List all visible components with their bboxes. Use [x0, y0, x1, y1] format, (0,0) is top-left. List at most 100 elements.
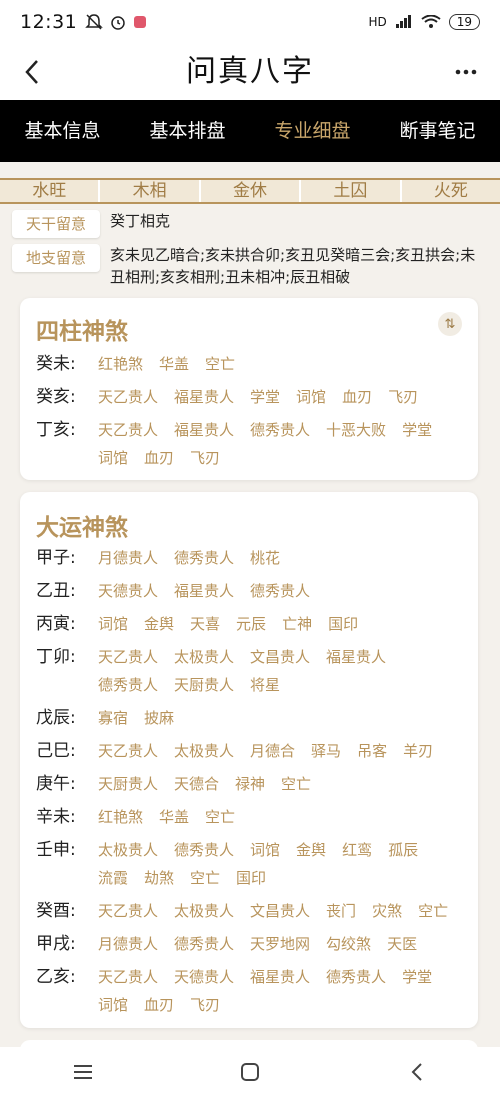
shensha-item[interactable]: 华盖: [159, 350, 189, 378]
shensha-item[interactable]: 华盖: [159, 803, 189, 831]
shensha-item[interactable]: 披麻: [144, 704, 174, 732]
shensha-item[interactable]: 桃花: [250, 544, 280, 572]
shensha-item[interactable]: 天乙贵人: [98, 963, 158, 991]
shensha-item[interactable]: 文昌贵人: [250, 897, 310, 925]
shensha-item[interactable]: 红鸾: [342, 836, 372, 864]
shensha-item[interactable]: 福星贵人: [326, 643, 386, 671]
shensha-item[interactable]: 天乙贵人: [98, 416, 158, 444]
page-title: 问真八字: [186, 54, 314, 89]
shensha-item[interactable]: 德秀贵人: [250, 577, 310, 605]
shensha-item[interactable]: 天罗地网: [250, 930, 310, 958]
shensha-item[interactable]: 血刃: [342, 383, 372, 411]
season-item: 土囚: [301, 180, 402, 202]
shensha-item[interactable]: 德秀贵人: [174, 836, 234, 864]
home-button[interactable]: [220, 1052, 280, 1092]
shensha-row: 甲戌: 月德贵人 德秀贵人 天罗地网 勾绞煞 天医: [36, 930, 468, 958]
tab-basic-info[interactable]: 基本信息: [0, 100, 125, 162]
shensha-item[interactable]: 学堂: [402, 416, 432, 444]
shensha-item[interactable]: 十恶大败: [326, 416, 386, 444]
shensha-item[interactable]: 空亡: [205, 350, 235, 378]
shensha-item[interactable]: 太极贵人: [174, 897, 234, 925]
shensha-item[interactable]: 太极贵人: [174, 737, 234, 765]
shensha-item[interactable]: 飞刃: [388, 383, 418, 411]
shensha-item[interactable]: 天乙贵人: [98, 383, 158, 411]
shensha-item[interactable]: 福星贵人: [174, 577, 234, 605]
ganzhi-label: 甲戌:: [36, 934, 76, 954]
shensha-item[interactable]: 羊刃: [403, 737, 433, 765]
battery-indicator: 19: [448, 14, 480, 30]
shensha-item[interactable]: 德秀贵人: [250, 416, 310, 444]
more-button[interactable]: [446, 52, 486, 92]
shensha-item[interactable]: 词馆: [250, 836, 280, 864]
shensha-item[interactable]: 红艳煞: [98, 803, 143, 831]
shensha-item[interactable]: 天医: [387, 930, 417, 958]
shensha-item[interactable]: 金舆: [296, 836, 326, 864]
shensha-item[interactable]: 孤辰: [388, 836, 418, 864]
shensha-item[interactable]: 词馆: [98, 610, 128, 638]
more-dots-icon: [455, 69, 477, 75]
ganzhi-label: 癸亥:: [36, 387, 76, 407]
shensha-item[interactable]: 福星贵人: [174, 416, 234, 444]
shensha-item[interactable]: 血刃: [144, 991, 174, 1019]
shensha-item[interactable]: 月德合: [250, 737, 295, 765]
shensha-item[interactable]: 禄神: [235, 770, 265, 798]
shensha-item[interactable]: 血刃: [144, 444, 174, 472]
shensha-item[interactable]: 空亡: [281, 770, 311, 798]
shensha-item[interactable]: 金舆: [144, 610, 174, 638]
shensha-item[interactable]: 天德贵人: [174, 963, 234, 991]
shensha-item[interactable]: 文昌贵人: [250, 643, 310, 671]
shensha-item[interactable]: 吊客: [357, 737, 387, 765]
shensha-list: 天乙贵人 太极贵人 月德合 驿马 吊客 羊刃: [98, 737, 468, 765]
shensha-item[interactable]: 学堂: [402, 963, 432, 991]
shensha-item[interactable]: 月德贵人: [98, 544, 158, 572]
shensha-item[interactable]: 天乙贵人: [98, 737, 158, 765]
app-notification-icon: [134, 16, 147, 28]
shensha-item[interactable]: 天乙贵人: [98, 897, 158, 925]
shensha-item[interactable]: 亡神: [282, 610, 312, 638]
shensha-item[interactable]: 飞刃: [190, 991, 220, 1019]
recent-apps-button[interactable]: [53, 1052, 113, 1092]
shensha-item[interactable]: 德秀贵人: [326, 963, 386, 991]
shensha-row: 甲子: 月德贵人 德秀贵人 桃花: [36, 544, 468, 572]
shensha-item[interactable]: 勾绞煞: [326, 930, 371, 958]
shensha-item[interactable]: 灾煞: [372, 897, 402, 925]
shensha-item[interactable]: 空亡: [418, 897, 448, 925]
tab-professional-chart[interactable]: 专业细盘: [250, 100, 375, 162]
shensha-item[interactable]: 词馆: [98, 991, 128, 1019]
shensha-item[interactable]: 寡宿: [98, 704, 128, 732]
shensha-item[interactable]: 天德贵人: [98, 577, 158, 605]
shensha-item[interactable]: 天喜: [190, 610, 220, 638]
shensha-item[interactable]: 天乙贵人: [98, 643, 158, 671]
shensha-item[interactable]: 德秀贵人: [98, 671, 158, 699]
shensha-item[interactable]: 流霞: [98, 864, 128, 892]
ganzhi-label: 丁亥:: [36, 420, 76, 440]
shensha-item[interactable]: 词馆: [98, 444, 128, 472]
shensha-item[interactable]: 天厨贵人: [98, 770, 158, 798]
shensha-item[interactable]: 将星: [250, 671, 280, 699]
tab-basic-chart[interactable]: 基本排盘: [125, 100, 250, 162]
shensha-item[interactable]: 天厨贵人: [174, 671, 234, 699]
shensha-item[interactable]: 劫煞: [144, 864, 174, 892]
shensha-item[interactable]: 丧门: [326, 897, 356, 925]
shensha-item[interactable]: 福星贵人: [174, 383, 234, 411]
shensha-item[interactable]: 词馆: [296, 383, 326, 411]
tab-notes[interactable]: 断事笔记: [375, 100, 500, 162]
system-back-button[interactable]: [387, 1052, 447, 1092]
shensha-item[interactable]: 国印: [236, 864, 266, 892]
shensha-item[interactable]: 天德合: [174, 770, 219, 798]
shensha-item[interactable]: 元辰: [236, 610, 266, 638]
shensha-item[interactable]: 太极贵人: [98, 836, 158, 864]
shensha-item[interactable]: 国印: [328, 610, 358, 638]
shensha-item[interactable]: 飞刃: [190, 444, 220, 472]
shensha-item[interactable]: 空亡: [190, 864, 220, 892]
shensha-item[interactable]: 德秀贵人: [174, 544, 234, 572]
sort-button[interactable]: ⇅: [438, 312, 462, 336]
shensha-item[interactable]: 福星贵人: [250, 963, 310, 991]
shensha-item[interactable]: 红艳煞: [98, 350, 143, 378]
shensha-item[interactable]: 驿马: [311, 737, 341, 765]
shensha-item[interactable]: 空亡: [205, 803, 235, 831]
shensha-item[interactable]: 德秀贵人: [174, 930, 234, 958]
shensha-item[interactable]: 学堂: [250, 383, 280, 411]
shensha-item[interactable]: 太极贵人: [174, 643, 234, 671]
shensha-item[interactable]: 月德贵人: [98, 930, 158, 958]
